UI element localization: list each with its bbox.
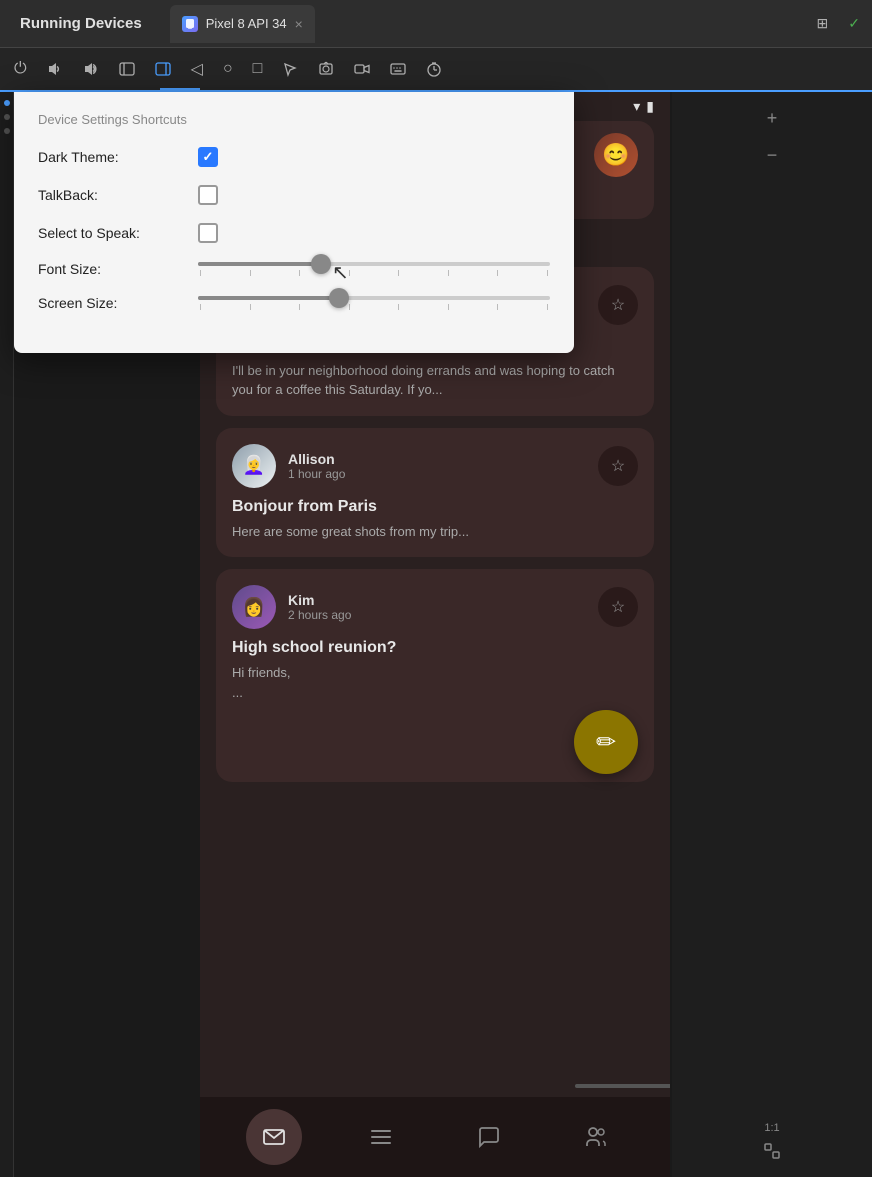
- kim-sender-name: Kim: [288, 592, 586, 608]
- allison-star-button[interactable]: ☆: [598, 446, 638, 486]
- screen-size-slider-track[interactable]: [198, 296, 550, 300]
- add-button[interactable]: +: [763, 104, 782, 133]
- keyboard-icon[interactable]: [384, 57, 412, 81]
- main-content: Device Settings Shortcuts Dark Theme: Ta…: [0, 92, 872, 1177]
- allison-sender-name: Allison: [288, 451, 586, 467]
- font-size-slider-fill: [198, 262, 321, 266]
- remove-button[interactable]: −: [763, 141, 782, 170]
- ali-message-preview: I'll be in your neighborhood doing erran…: [232, 361, 638, 400]
- sidebar-left-icon[interactable]: [113, 57, 141, 81]
- screenshot-icon[interactable]: [312, 57, 340, 81]
- tab-close-button[interactable]: ×: [295, 17, 303, 31]
- message-header-kim: 👩 Kim 2 hours ago ☆: [232, 585, 638, 629]
- sender-info-allison: Allison 1 hour ago: [288, 451, 586, 481]
- check-icon[interactable]: ✓: [844, 11, 864, 36]
- nav-chat[interactable]: [461, 1109, 517, 1165]
- ali-star-button[interactable]: ☆: [598, 285, 638, 325]
- font-size-row: Font Size:: [38, 261, 550, 277]
- font-size-slider-track[interactable]: [198, 262, 550, 266]
- screen-size-slider-ticks: [198, 304, 550, 310]
- wifi-icon: ▾: [633, 98, 640, 115]
- app-title: Running Devices: [8, 15, 154, 32]
- sidebar-right-icon[interactable]: [149, 57, 177, 81]
- fab-compose-button[interactable]: ✏: [574, 710, 638, 774]
- zoom-label: 1:1: [764, 1122, 779, 1134]
- select-to-speak-label: Select to Speak:: [38, 225, 198, 241]
- kim-message-preview: Hi friends,: [232, 663, 638, 683]
- kim-message-subject: High school reunion?: [232, 639, 638, 657]
- kim-message-ellipsis: ...: [232, 683, 638, 703]
- font-size-label: Font Size:: [38, 261, 198, 277]
- screen-size-label: Screen Size:: [38, 295, 198, 311]
- expand-button[interactable]: [763, 1142, 781, 1165]
- sidebar-indicator: [4, 100, 10, 106]
- bottom-nav: [200, 1097, 670, 1177]
- avatar-allison: 👩‍🦳: [232, 444, 276, 488]
- screen-size-row: Screen Size:: [38, 295, 550, 311]
- scroll-bar-container: [400, 1083, 670, 1089]
- location-fold-icon[interactable]: [276, 57, 304, 81]
- settings-panel-title: Device Settings Shortcuts: [38, 112, 550, 127]
- font-size-slider-ticks: [198, 270, 550, 276]
- screen-size-slider-thumb[interactable]: [329, 288, 349, 308]
- avatar-top-img: 😊: [594, 133, 638, 177]
- toolbar-row: ⏻ ◁ ○ □: [0, 48, 872, 92]
- title-bar-right: ⊞ ✓: [813, 11, 864, 36]
- device-tab-icon: [182, 16, 198, 32]
- avatar-top: 😊: [594, 133, 638, 177]
- sender-info-kim: Kim 2 hours ago: [288, 592, 586, 622]
- nav-people[interactable]: [568, 1109, 624, 1165]
- timer-icon[interactable]: [420, 57, 448, 81]
- kim-star-button[interactable]: ☆: [598, 587, 638, 627]
- device-tab-label: Pixel 8 API 34: [206, 16, 287, 31]
- back-icon[interactable]: ◁: [185, 55, 209, 83]
- dark-theme-label: Dark Theme:: [38, 149, 198, 165]
- talkback-row: TalkBack:: [38, 185, 550, 205]
- dark-theme-row: Dark Theme:: [38, 147, 550, 167]
- right-panel: + − 1:1: [672, 92, 872, 1177]
- allison-sender-time: 1 hour ago: [288, 467, 586, 481]
- allison-message-preview: Here are some great shots from my trip..…: [232, 522, 638, 542]
- message-header-allison: 👩‍🦳 Allison 1 hour ago ☆: [232, 444, 638, 488]
- title-bar: Running Devices Pixel 8 API 34 × ⊞ ✓: [0, 0, 872, 48]
- allison-message-subject: Bonjour from Paris: [232, 498, 638, 516]
- sidebar-dot: [4, 128, 10, 134]
- sidebar-dot: [4, 114, 10, 120]
- talkback-checkbox[interactable]: [198, 185, 218, 205]
- select-to-speak-row: Select to Speak:: [38, 223, 550, 243]
- talkback-label: TalkBack:: [38, 187, 198, 203]
- avatar-allison-img: 👩‍🦳: [232, 444, 276, 488]
- battery-icon: ▮: [646, 98, 654, 115]
- left-sidebar: [0, 92, 14, 1177]
- device-settings-panel: Device Settings Shortcuts Dark Theme: Ta…: [14, 92, 574, 353]
- layout-icon[interactable]: ⊞: [813, 11, 833, 36]
- scroll-bar: [575, 1084, 670, 1088]
- font-size-slider-thumb[interactable]: [311, 254, 331, 274]
- volume-low-icon[interactable]: [41, 57, 69, 81]
- video-record-icon[interactable]: [348, 57, 376, 81]
- kim-sender-time: 2 hours ago: [288, 608, 586, 622]
- select-to-speak-checkbox[interactable]: [198, 223, 218, 243]
- dark-theme-checkbox[interactable]: [198, 147, 218, 167]
- title-bar-left: Running Devices Pixel 8 API 34 ×: [8, 5, 315, 43]
- volume-high-icon[interactable]: [77, 57, 105, 81]
- avatar-kim: 👩: [232, 585, 276, 629]
- message-card-kim[interactable]: 👩 Kim 2 hours ago ☆ High school reunion?…: [216, 569, 654, 782]
- nav-list[interactable]: [353, 1109, 409, 1165]
- power-icon[interactable]: ⏻: [8, 56, 33, 82]
- screen-size-slider-fill: [198, 296, 339, 300]
- screen-size-slider-container[interactable]: [198, 296, 550, 310]
- avatar-kim-img: 👩: [232, 585, 276, 629]
- home-circle-icon[interactable]: ○: [217, 56, 239, 82]
- message-card-allison[interactable]: 👩‍🦳 Allison 1 hour ago ☆ Bonjour from Pa…: [216, 428, 654, 558]
- toolbar-active-indicator: [160, 88, 200, 90]
- nav-mail[interactable]: [246, 1109, 302, 1165]
- font-size-slider-container[interactable]: [198, 262, 550, 276]
- device-tab[interactable]: Pixel 8 API 34 ×: [170, 5, 315, 43]
- recents-icon[interactable]: □: [247, 56, 269, 82]
